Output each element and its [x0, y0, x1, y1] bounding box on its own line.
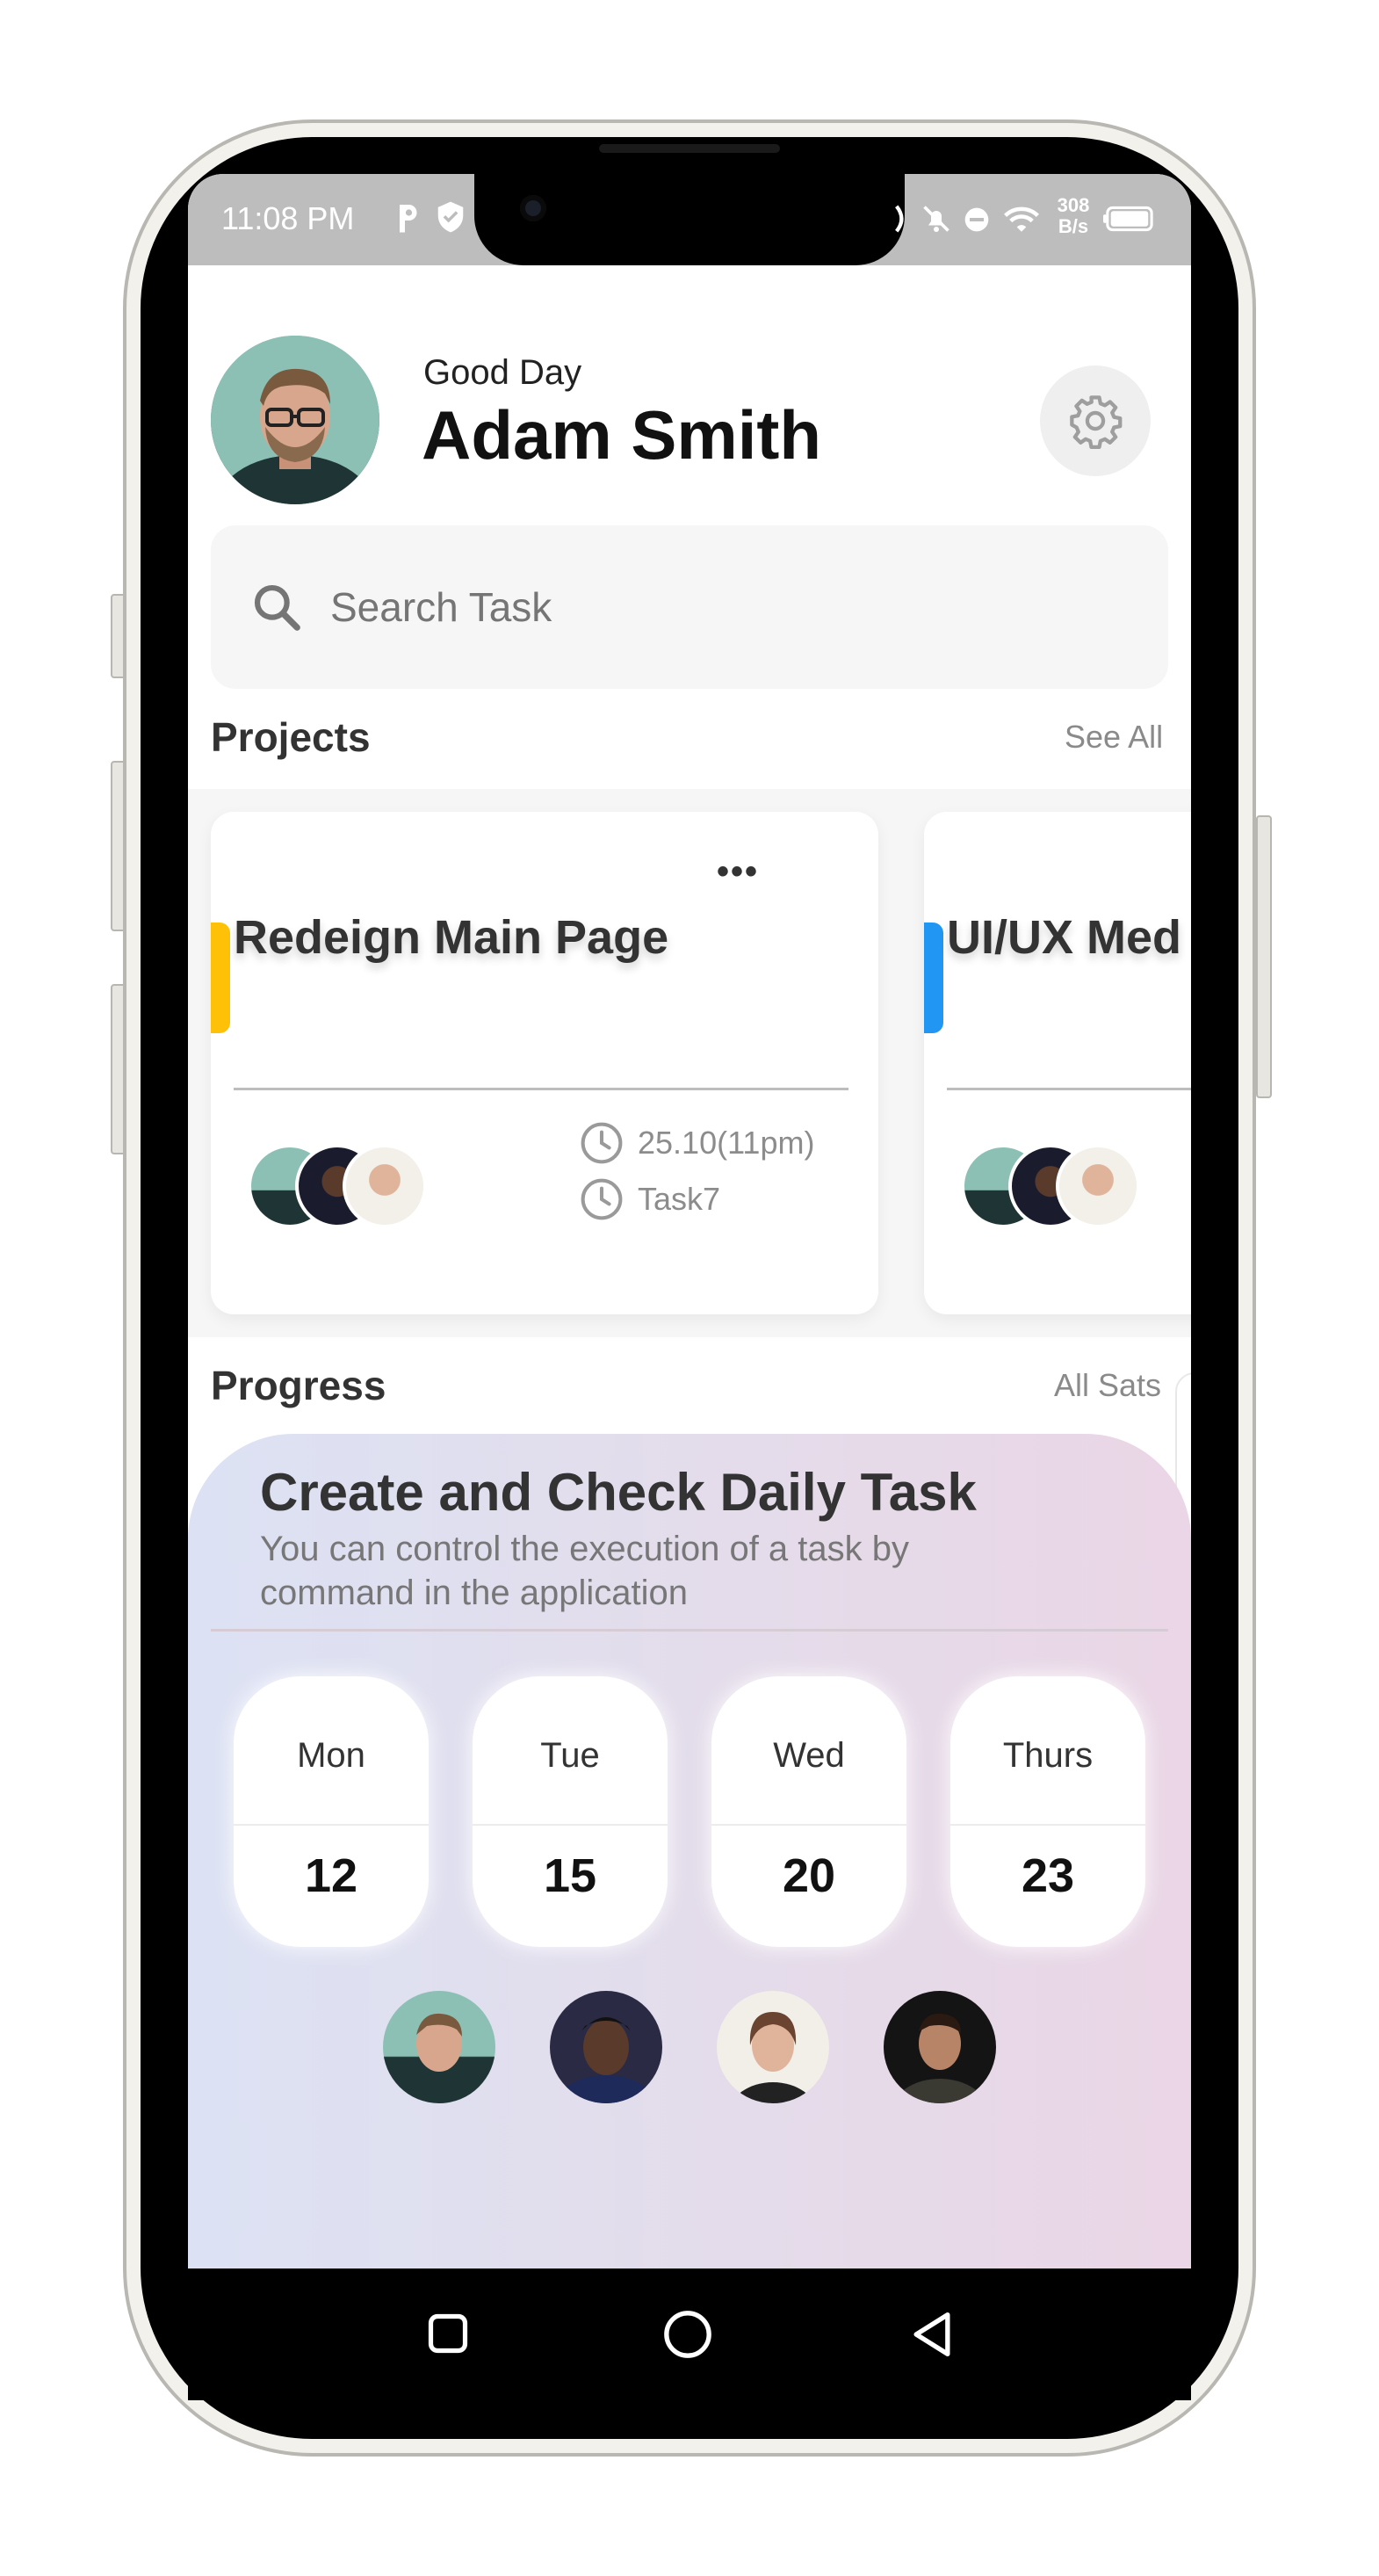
team-member-avatar[interactable] [550, 1991, 662, 2103]
card-divider [211, 1629, 1168, 1632]
status-app-icon [392, 200, 423, 240]
daily-task-title: Create and Check Daily Task [260, 1463, 977, 1522]
search-input[interactable] [329, 582, 1035, 632]
day-number: 12 [304, 1849, 358, 1902]
earpiece-speaker [599, 144, 780, 153]
day-name: Wed [773, 1736, 845, 1775]
search-bar[interactable] [211, 525, 1168, 689]
network-speed-unit: B/s [1058, 215, 1089, 237]
day-divider [711, 1824, 906, 1826]
project-title: Redeign Main Page [234, 911, 669, 964]
card-accent-bar [924, 923, 943, 1033]
circle-icon [664, 2311, 711, 2358]
app-screen: Good Day Adam Smith Projects See All •••… [188, 174, 1191, 2268]
shield-icon [437, 201, 464, 233]
progress-title: Progress [211, 1363, 386, 1408]
team-member-avatar[interactable] [383, 1991, 495, 2103]
alarm-icon [895, 205, 904, 233]
status-alarm [891, 204, 910, 238]
phone-power-button [1256, 815, 1272, 1098]
nav-recent-button[interactable] [425, 2311, 471, 2361]
all-stats-link[interactable]: All Sats [1054, 1367, 1161, 1404]
team-member-avatar[interactable] [884, 1991, 996, 2103]
daily-task-description: You can control the execution of a task … [260, 1530, 910, 1612]
search-icon [254, 584, 300, 631]
due-date-row: 25.10(11pm) [578, 1119, 814, 1167]
see-all-link[interactable]: See All [1065, 719, 1163, 756]
status-shield [434, 199, 467, 240]
team-member-avatar[interactable] [717, 1991, 829, 2103]
clock-icon [581, 1122, 623, 1164]
avatar-illustration [416, 2013, 462, 2072]
day-chip-thurs[interactable]: Thurs 23 [950, 1676, 1145, 1947]
day-divider [950, 1824, 1145, 1826]
user-name: Adam Smith [422, 396, 822, 474]
member-avatar [1056, 1144, 1140, 1228]
project-card[interactable]: ••• Redeign Main Page 25.10(11pm) Task7 [211, 812, 878, 1314]
project-card[interactable]: UI/UX Med [924, 812, 1191, 1314]
greeting-text: Good Day [423, 353, 582, 392]
day-number: 15 [543, 1849, 597, 1902]
day-chip-tue[interactable]: Tue 15 [473, 1676, 668, 1947]
do-not-disturb-icon [964, 207, 989, 232]
settings-button[interactable] [1040, 365, 1151, 476]
day-divider [234, 1824, 429, 1826]
nav-back-button[interactable] [908, 2309, 956, 2364]
avatar-illustration [892, 2013, 987, 2103]
projects-title: Projects [211, 714, 371, 760]
project-title: UI/UX Med [947, 911, 1182, 964]
card-divider [234, 1088, 848, 1090]
avatar-illustration [554, 2017, 658, 2103]
day-chip-wed[interactable]: Wed 20 [711, 1676, 906, 1947]
card-accent-bar [211, 923, 230, 1033]
front-camera [520, 195, 546, 221]
day-name: Tue [540, 1736, 600, 1775]
square-icon [428, 2313, 468, 2354]
day-name: Thurs [1002, 1736, 1094, 1775]
nav-home-button[interactable] [662, 2309, 713, 2364]
bell-off-icon [923, 206, 949, 232]
status-battery [1103, 206, 1154, 236]
member-avatar [343, 1144, 427, 1228]
day-number: 20 [782, 1849, 836, 1902]
due-date-text: 25.10(11pm) [638, 1125, 815, 1161]
battery-icon [1103, 206, 1153, 232]
task-row: Task7 [578, 1176, 720, 1223]
status-mute [921, 202, 952, 240]
avatar-illustration [731, 2012, 815, 2103]
day-number: 23 [1021, 1849, 1075, 1902]
status-dnd [963, 206, 991, 238]
day-name: Mon [297, 1736, 365, 1775]
network-speed-value: 308 [1057, 194, 1090, 216]
user-avatar[interactable] [211, 336, 379, 504]
day-divider [473, 1824, 668, 1826]
network-speed: 308 B/s [1050, 195, 1096, 237]
user-avatar-illustration [211, 336, 379, 504]
triangle-back-icon [913, 2312, 950, 2356]
card-menu-button[interactable]: ••• [717, 852, 759, 892]
status-time: 11:08 PM [221, 200, 355, 236]
clock-icon [581, 1178, 623, 1220]
wifi-icon [1004, 206, 1039, 232]
status-wifi [1003, 202, 1040, 238]
card-divider [947, 1088, 1191, 1090]
gear-icon [1070, 395, 1123, 449]
day-chip-mon[interactable]: Mon 12 [234, 1676, 429, 1947]
parking-app-icon [400, 205, 417, 233]
task-count-text: Task7 [638, 1181, 721, 1217]
